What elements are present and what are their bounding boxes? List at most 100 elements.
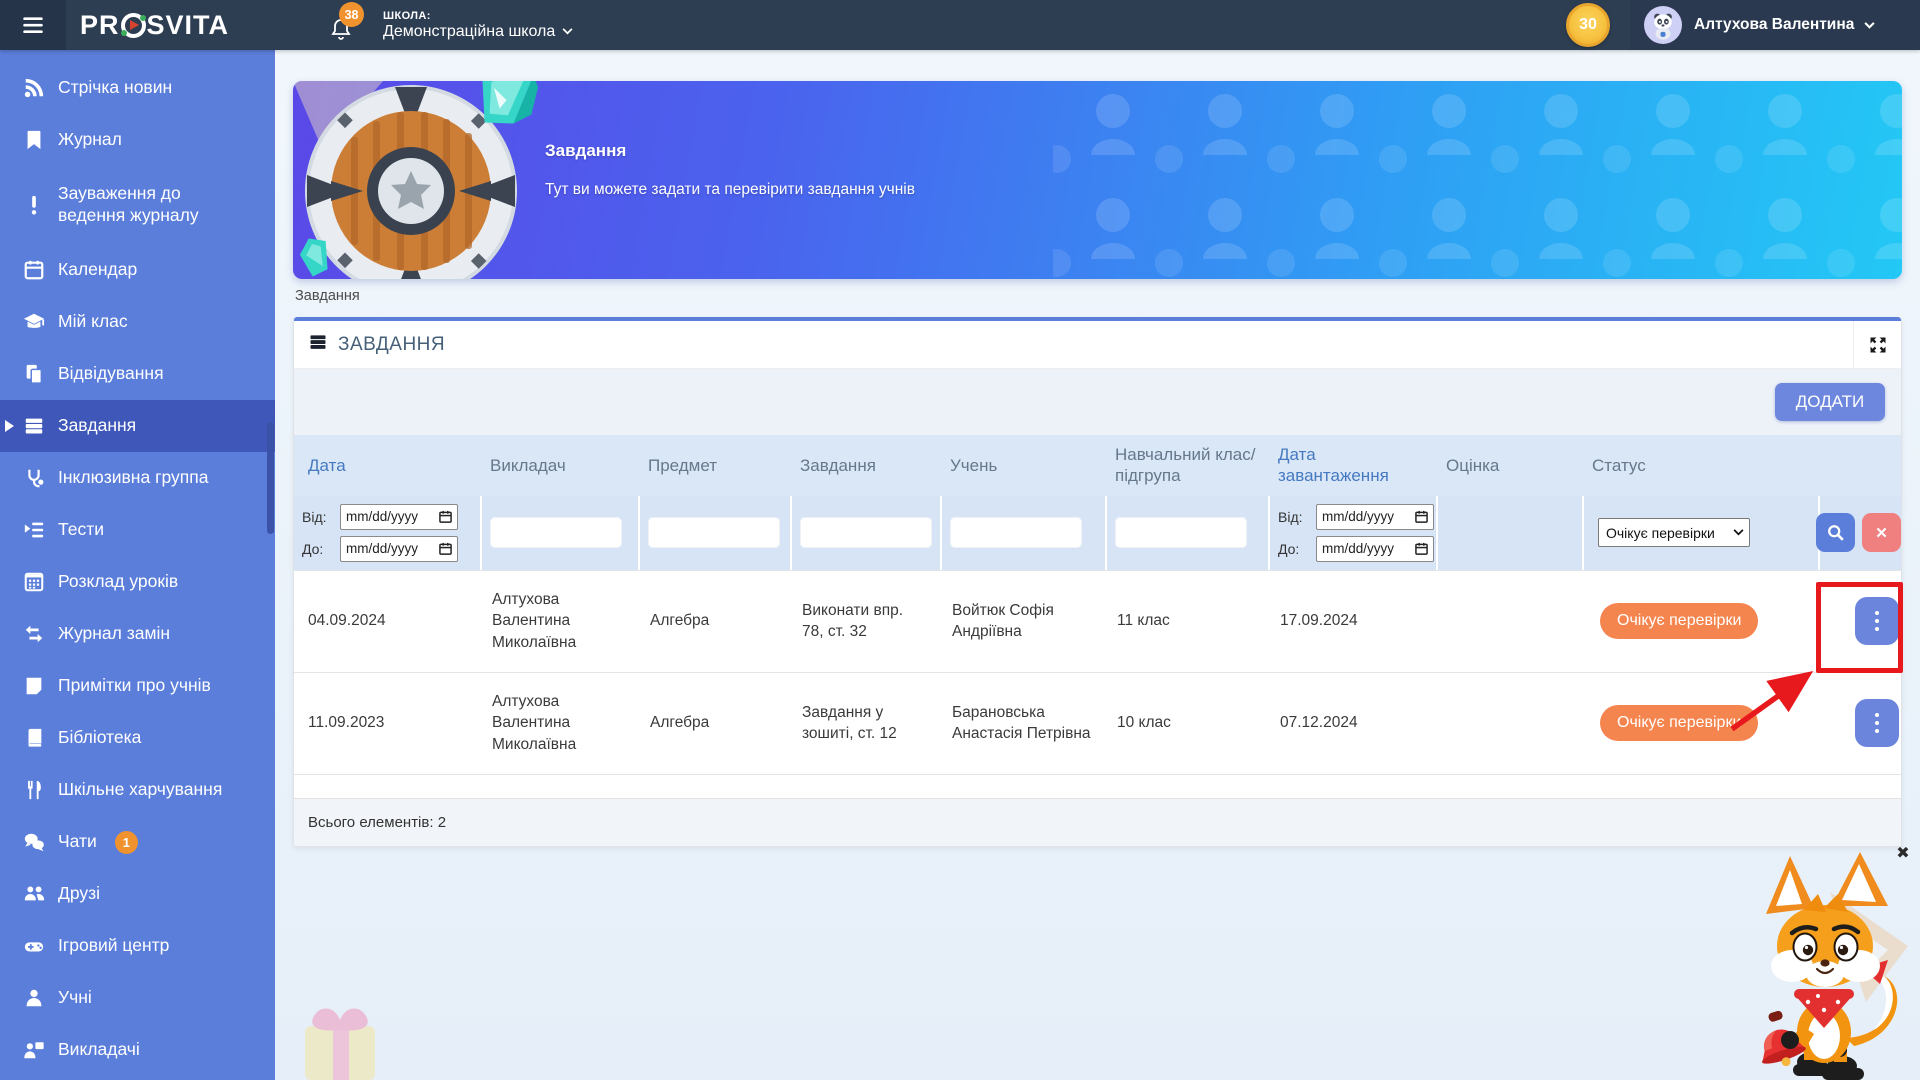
cutlery-icon — [22, 778, 46, 802]
status-filter-select[interactable]: Очікує перевірки — [1598, 518, 1750, 547]
task-filter-input[interactable] — [800, 517, 932, 548]
cell-task: Виконати впр. 78, ст. 32 — [790, 571, 940, 672]
tasks-banner: Завдання Тут ви можете задати та перевір… — [293, 81, 1902, 279]
prosvita-logo[interactable]: PR SVITA — [80, 10, 229, 41]
student-filter-input[interactable] — [950, 517, 1082, 548]
cell-date: 11.09.2023 — [294, 673, 480, 774]
fullscreen-toggle-button[interactable] — [1853, 321, 1901, 369]
card-header: ЗАВДАННЯ — [294, 321, 1901, 369]
search-button[interactable] — [1816, 513, 1855, 552]
school-selector[interactable]: ШКОЛА: Демонстраційна школа — [383, 10, 573, 41]
subject-filter-input[interactable] — [648, 517, 780, 548]
date-from-input[interactable]: mm/dd/yyyy — [340, 504, 458, 530]
sidebar-item-student-notes[interactable]: Примітки про учнів — [0, 660, 275, 712]
column-header-grade: Оцінка — [1436, 435, 1582, 496]
logo-o-play-icon — [121, 13, 146, 38]
sidebar-item-label: Завдання — [58, 415, 146, 437]
upload-date-to-input[interactable]: mm/dd/yyyy — [1316, 536, 1434, 562]
sidebar-item-label: Шкільне харчування — [58, 779, 232, 801]
logo-text-pr: PR — [80, 10, 120, 41]
column-header-student: Учень — [940, 435, 1105, 496]
calendar-icon — [1415, 510, 1428, 523]
sidebar-item-lesson-schedule[interactable]: Розклад уроків — [0, 556, 275, 608]
add-task-button[interactable]: ДОДАТИ — [1775, 383, 1885, 421]
calendar-icon — [439, 542, 452, 555]
date-placeholder: mm/dd/yyyy — [1322, 541, 1394, 556]
column-header-subject: Предмет — [638, 435, 790, 496]
filter-status: Очікує перевірки — [1582, 496, 1818, 570]
status-filter-value: Очікує перевірки — [1606, 525, 1715, 541]
filter-subject — [638, 496, 790, 570]
pages-icon — [22, 362, 46, 386]
filter-date: Від: mm/dd/yyyy До: mm/dd/yyyy — [294, 496, 480, 570]
upload-date-from-input[interactable]: mm/dd/yyyy — [1316, 504, 1434, 530]
notifications-button[interactable]: 38 — [329, 8, 359, 42]
table-row[interactable]: 04.09.2024 Алтухова Валентина Миколаївна… — [294, 570, 1901, 672]
clear-filters-button[interactable]: ✕ — [1862, 513, 1901, 552]
gamepad-icon — [22, 934, 46, 958]
banner-subtitle: Тут ви можете задати та перевірити завда… — [545, 181, 915, 199]
sidebar-item-chats[interactable]: Чати 1 — [0, 816, 275, 868]
column-header-upload-date[interactable]: Дата завантаження — [1268, 435, 1436, 496]
card-toolbar: ДОДАТИ — [294, 369, 1901, 435]
table-header-row: Дата Викладач Предмет Завдання Учень Нав… — [294, 435, 1901, 496]
hamburger-menu-button[interactable] — [0, 0, 66, 50]
cell-subject: Алгебра — [638, 673, 790, 774]
student-icon — [22, 986, 46, 1010]
teacher-filter-input[interactable] — [490, 517, 622, 548]
date-to-input[interactable]: mm/dd/yyyy — [340, 536, 458, 562]
cell-student: Войтюк Софія Андріївна — [940, 571, 1105, 672]
expand-arrows-icon — [1868, 335, 1888, 355]
school-label: ШКОЛА: — [383, 10, 573, 22]
date-from-label: Від: — [302, 509, 334, 525]
sidebar-item-school-meals[interactable]: Шкільне харчування — [0, 764, 275, 816]
sidebar-item-journal-remarks[interactable]: Зауваження до ведення журналу — [0, 166, 275, 244]
swap-icon — [22, 622, 46, 646]
sidebar-item-tests[interactable]: Тести — [0, 504, 275, 556]
sidebar-item-calendar[interactable]: Календар — [0, 244, 275, 296]
sidebar-item-label: Журнал замін — [58, 623, 180, 645]
column-header-date[interactable]: Дата — [294, 435, 480, 496]
dot — [1875, 721, 1879, 725]
user-menu[interactable]: Алтухова Валентина — [1630, 0, 1920, 50]
tasks-card: ЗАВДАННЯ ДОДАТИ Дата Викладач Предмет За… — [293, 317, 1902, 847]
cell-date: 04.09.2024 — [294, 571, 480, 672]
class-group-filter-input[interactable] — [1115, 517, 1247, 548]
calendar-icon — [439, 510, 452, 523]
test-list-icon — [22, 518, 46, 542]
coins-counter[interactable]: 30 — [1566, 3, 1610, 47]
date-to-label: До: — [1278, 541, 1310, 557]
filter-teacher — [480, 496, 638, 570]
cell-grade — [1436, 673, 1582, 774]
sidebar-item-news-feed[interactable]: Стрічка новин — [0, 62, 275, 114]
sidebar-item-label: Календар — [58, 259, 147, 281]
sidebar-item-my-class[interactable]: Мій клас — [0, 296, 275, 348]
sidebar-item-friends[interactable]: Друзі — [0, 868, 275, 920]
row-actions-button[interactable] — [1855, 699, 1899, 747]
sidebar-item-tasks[interactable]: Завдання — [0, 400, 275, 452]
sidebar-scrollbar[interactable] — [267, 422, 274, 534]
sidebar-item-journal[interactable]: Журнал — [0, 114, 275, 166]
search-icon — [1826, 523, 1845, 542]
sidebar-item-game-center[interactable]: Ігровий центр — [0, 920, 275, 972]
teacher-icon — [22, 1038, 46, 1062]
table-filter-row: Від: mm/dd/yyyy До: mm/dd/yyyy — [294, 496, 1901, 570]
filter-upload-date: Від: mm/dd/yyyy До: mm/dd/yyyy — [1268, 496, 1436, 570]
cell-class-group: 11 клас — [1105, 571, 1268, 672]
table-row[interactable]: 11.09.2023 Алтухова Валентина Миколаївна… — [294, 672, 1901, 774]
schedule-icon — [22, 570, 46, 594]
column-header-task: Завдання — [790, 435, 940, 496]
sidebar-item-label: Інклюзивна группа — [58, 467, 218, 489]
gift-decoration — [293, 992, 388, 1080]
sidebar-item-inclusive-group[interactable]: Інклюзивна группа — [0, 452, 275, 504]
mascot-close-button[interactable]: ✖ — [1893, 843, 1913, 863]
sidebar-item-attendance[interactable]: Відвідування — [0, 348, 275, 400]
column-header-class-group: Навчальний клас/підгрупа — [1105, 435, 1268, 496]
sidebar-item-substitution-journal[interactable]: Журнал замін — [0, 608, 275, 660]
sidebar-item-students[interactable]: Учні — [0, 972, 275, 1024]
column-header-actions — [1818, 435, 1901, 496]
sidebar-item-teachers[interactable]: Викладачі — [0, 1024, 275, 1076]
sidebar-item-library[interactable]: Бібліотека — [0, 712, 275, 764]
cell-task: Завдання у зошиті, ст. 12 — [790, 673, 940, 774]
chat-icon — [22, 830, 46, 854]
